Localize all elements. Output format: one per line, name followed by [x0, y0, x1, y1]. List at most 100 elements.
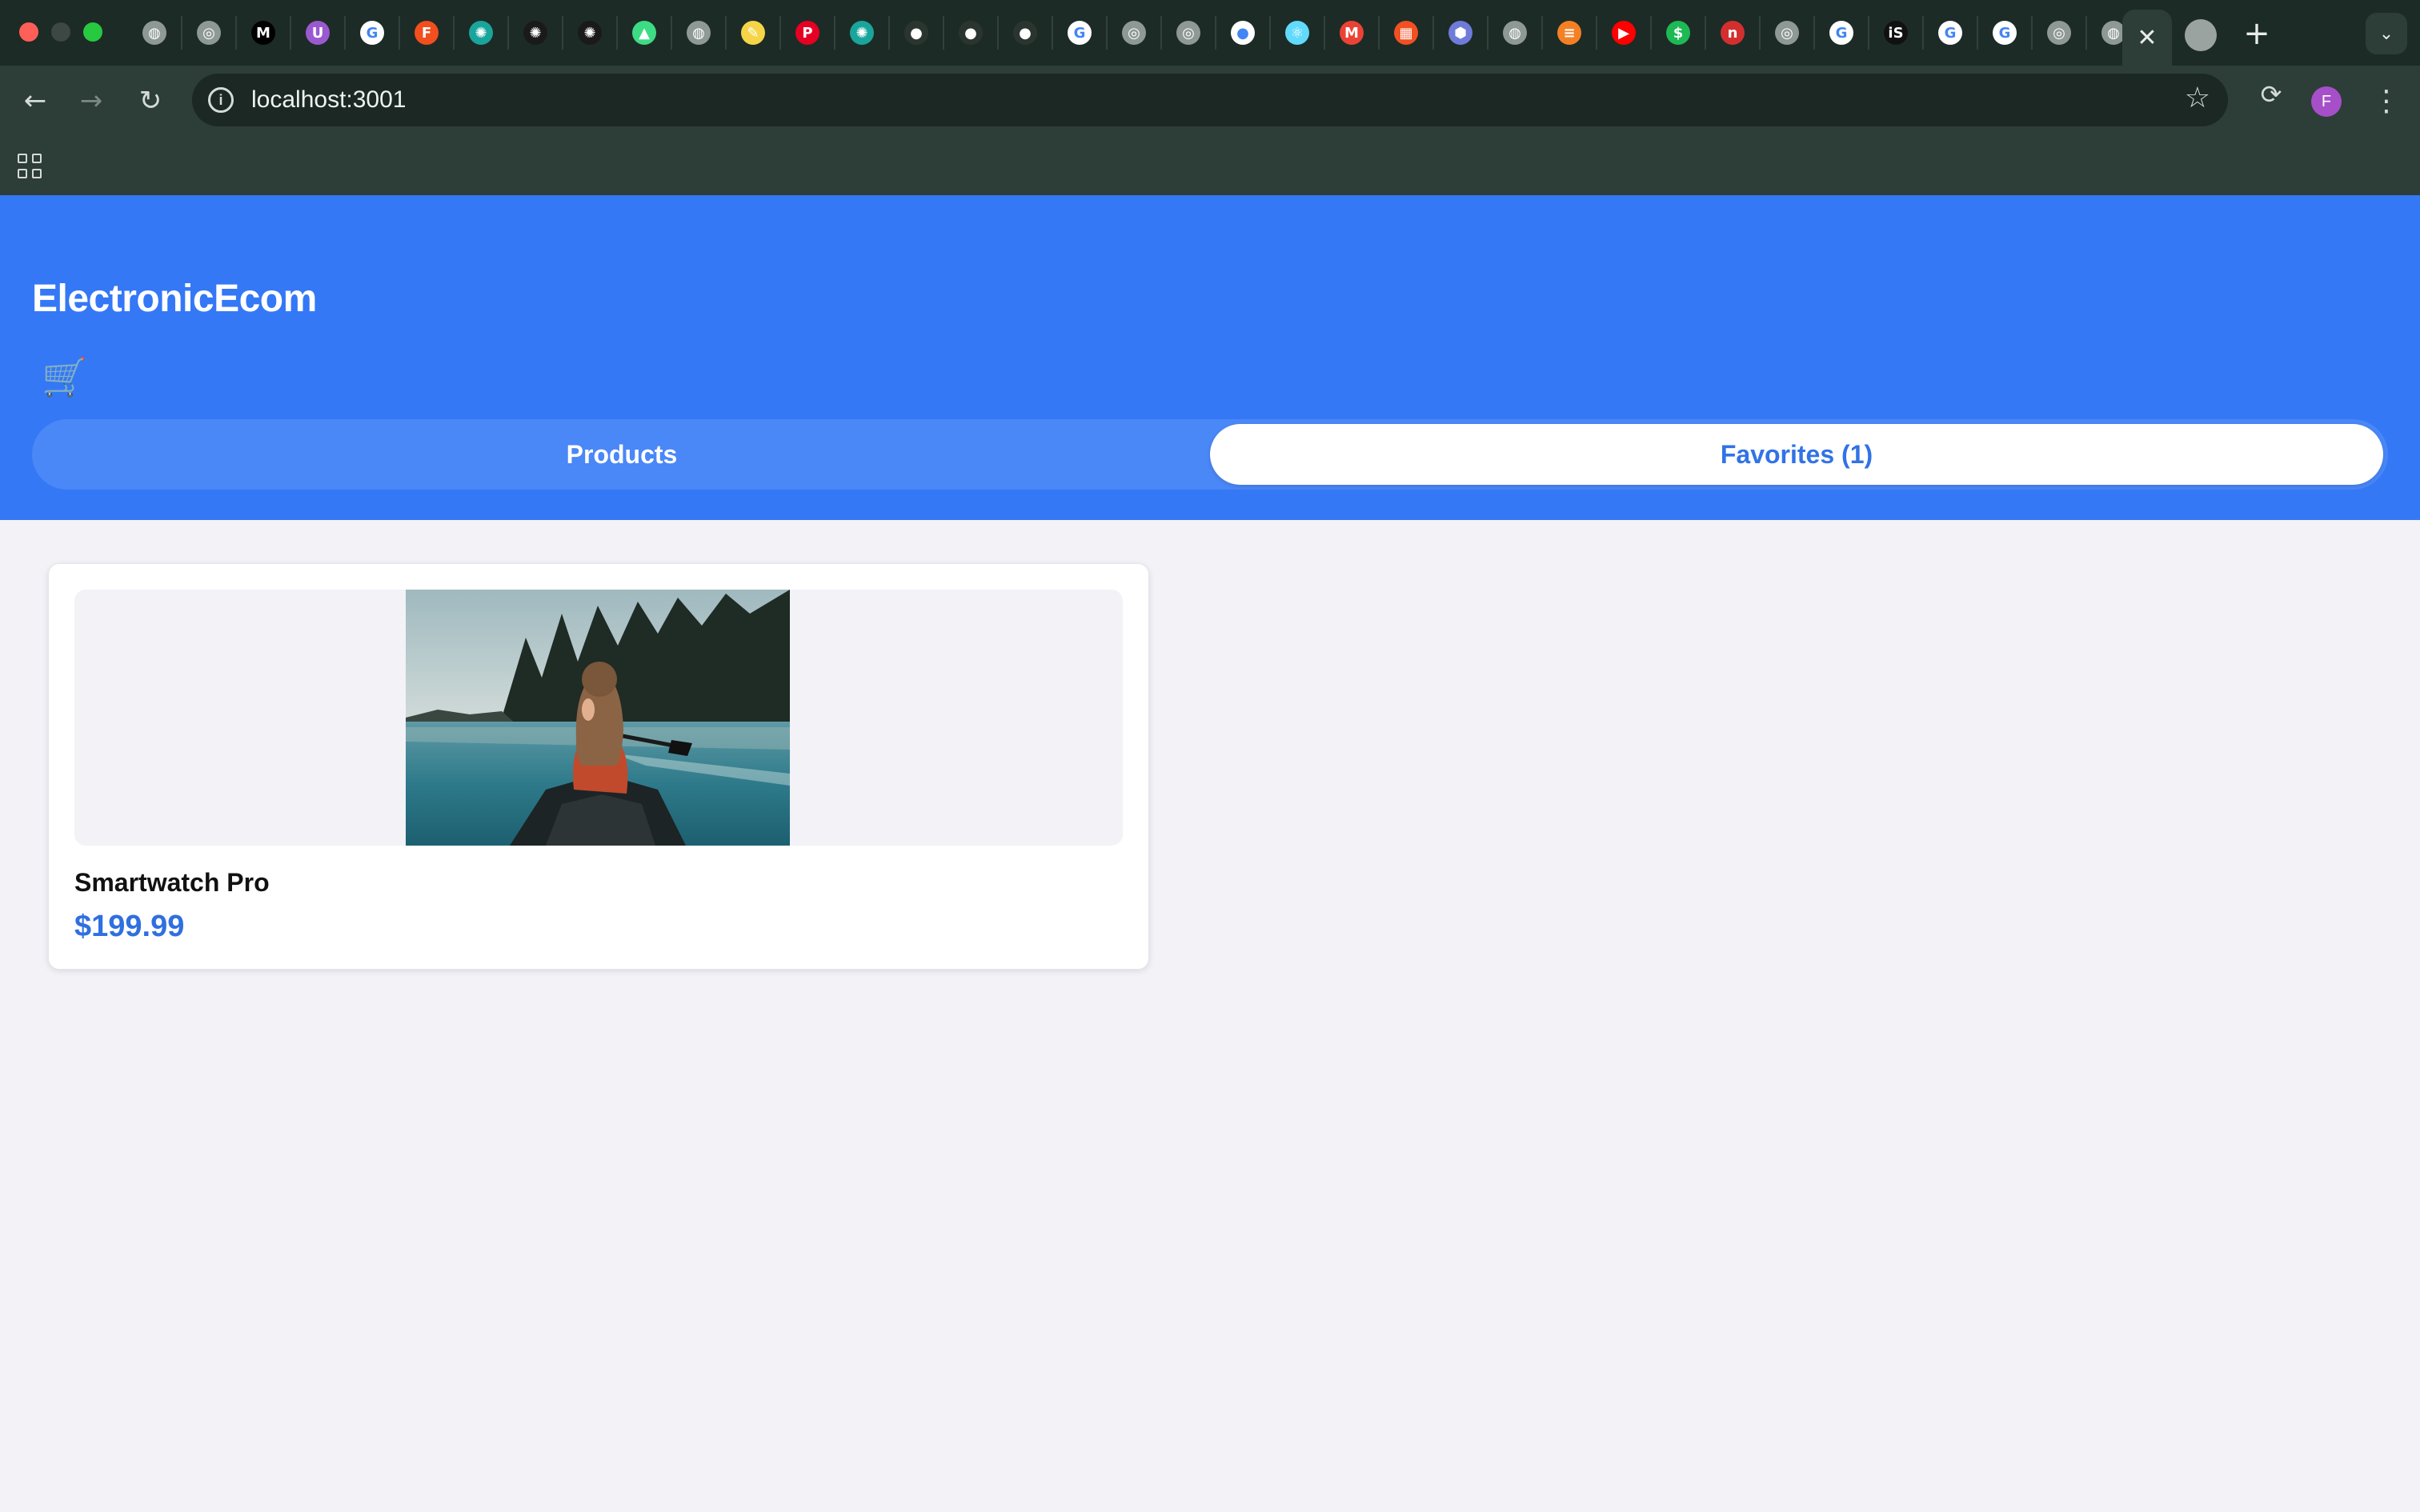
browser-tab[interactable]: M [237, 16, 291, 50]
browser-tab[interactable]: iS [1869, 16, 1924, 50]
browser-tab[interactable]: ● [944, 16, 999, 50]
browser-tab[interactable]: ✺ [563, 16, 618, 50]
browser-tab[interactable]: ✺ [455, 16, 509, 50]
reload-button[interactable]: ↻ [130, 80, 171, 122]
bookmarks-bar [0, 134, 2420, 195]
browser-tab[interactable]: ▦ [1380, 16, 1434, 50]
browser-toolbar: ← → ↻ i localhost:3001 ☆ [0, 66, 2420, 134]
product-price: $199.99 [74, 910, 185, 943]
tab-products[interactable]: Products [37, 424, 1207, 485]
browser-tab[interactable]: ◎ [1761, 16, 1815, 50]
product-name[interactable]: Smartwatch Pro [74, 868, 270, 898]
globe-icon: ◍ [687, 21, 711, 45]
cart-icon[interactable]: 🛒 [42, 355, 87, 399]
browser-tab[interactable]: ✎ [727, 16, 781, 50]
openai-icon: ✺ [469, 21, 493, 45]
product-card[interactable]: Smartwatch Pro $199.99 [48, 563, 1149, 970]
address-bar[interactable]: i localhost:3001 ☆ [192, 74, 2228, 126]
browser-tab-strip: ◍ ◎ M U G F ✺ ✺ ✺ ▲ ◍ ✎ P ✺ ● ● ● G ◎ ◎ ● ⚛ M ▦ ⬢ ◍ ≡ ▶ $ n ◎ GiS G G ◎ ◍ ✕… [0, 0, 2420, 66]
browser-tab[interactable]: ⬢ [1434, 16, 1488, 50]
browser-tab[interactable]: ✺ [835, 16, 890, 50]
window-zoom-button[interactable] [83, 22, 102, 42]
active-tab[interactable]: ✕ [2122, 10, 2172, 66]
browser-tab[interactable]: ⚛ [1271, 16, 1325, 50]
site-info-icon[interactable]: i [208, 87, 234, 113]
page-content: ElectronicEcom 🛒 Products Favorites (1) [0, 195, 2420, 1512]
tab-favorites[interactable]: Favorites (1) [1210, 424, 2383, 485]
browser-tab[interactable]: ✺ [509, 16, 563, 50]
browser-tab[interactable]: P [781, 16, 835, 50]
react-icon: ⚛ [1285, 21, 1309, 45]
window-minimize-button[interactable] [51, 22, 70, 42]
openai-dark-icon: ✺ [523, 21, 547, 45]
new-tab-button[interactable]: + [2236, 13, 2278, 54]
browser-tab[interactable]: ◍ [1488, 16, 1543, 50]
google-icon: G [1938, 21, 1962, 45]
extensions-icon[interactable]: ⟳ [2254, 77, 2289, 112]
chrome-icon: ◎ [1122, 21, 1146, 45]
globe-icon: ◍ [1503, 21, 1527, 45]
tab-search-button[interactable]: ⌄ [2366, 13, 2407, 54]
browser-tab[interactable]: ◎ [1108, 16, 1162, 50]
profile-avatar[interactable]: F [2311, 86, 2342, 117]
browser-tab[interactable]: G [1815, 16, 1869, 50]
notes-icon: ✎ [741, 21, 765, 45]
browser-menu-icon[interactable]: ⋮ [2370, 77, 2402, 125]
browser-tab[interactable]: ▶ [1597, 16, 1652, 50]
pinterest-icon: P [795, 21, 819, 45]
chrome-icon: ◎ [1775, 21, 1799, 45]
browser-tab[interactable]: F [400, 16, 455, 50]
browser-tab[interactable]: G [1053, 16, 1108, 50]
microsoft-icon: ▦ [1394, 21, 1418, 45]
github-icon: ● [904, 21, 928, 45]
upwork-icon: U [306, 21, 330, 45]
stackoverflow-icon: ≡ [1557, 21, 1581, 45]
github-icon: ● [1013, 21, 1037, 45]
window-close-button[interactable] [19, 22, 38, 42]
browser-tab[interactable]: G [1978, 16, 2033, 50]
product-image [406, 590, 790, 846]
google-icon: G [1829, 21, 1853, 45]
tab-close-icon[interactable]: ✕ [2137, 24, 2157, 52]
dollar-icon: $ [1666, 21, 1690, 45]
openai-dark-icon: ✺ [578, 21, 602, 45]
tab-switcher: Products Favorites (1) [32, 419, 2388, 490]
chrome-icon: ◎ [197, 21, 221, 45]
browser-tab[interactable]: ◎ [2033, 16, 2087, 50]
browser-tab[interactable]: ● [1216, 16, 1271, 50]
n-icon: n [1721, 21, 1745, 45]
google-icon: G [1068, 21, 1092, 45]
figma-icon: F [415, 21, 439, 45]
android-icon: ▲ [632, 21, 656, 45]
browser-tab[interactable]: G [1924, 16, 1978, 50]
github-icon: ● [959, 21, 983, 45]
browser-tab[interactable]: U [291, 16, 346, 50]
browser-tab[interactable]: ◍ [128, 16, 182, 50]
browser-tab[interactable]: G [346, 16, 400, 50]
browser-tab[interactable]: n [1706, 16, 1761, 50]
bookmark-star-icon[interactable]: ☆ [2185, 82, 2210, 114]
tab-globe-icon[interactable] [2185, 19, 2217, 51]
product-image-frame [74, 590, 1123, 846]
browser-tab[interactable]: M [1325, 16, 1380, 50]
medium-icon: M [251, 21, 275, 45]
brand-title: ElectronicEcom [32, 278, 317, 320]
hexagon-icon: ⬢ [1448, 21, 1472, 45]
browser-tab[interactable]: ▲ [618, 16, 672, 50]
apps-grid-icon[interactable] [18, 154, 43, 179]
chrome-icon: ◎ [1176, 21, 1200, 45]
is-icon: iS [1884, 21, 1908, 45]
browser-tab[interactable]: ◍ [672, 16, 727, 50]
browser-tab[interactable]: ● [890, 16, 944, 50]
app-header: ElectronicEcom 🛒 Products Favorites (1) [0, 195, 2420, 520]
browser-tab[interactable]: ◎ [1162, 16, 1216, 50]
browser-tab[interactable]: ◎ [182, 16, 237, 50]
gmail-icon: M [1340, 21, 1364, 45]
forward-button[interactable]: → [70, 80, 112, 122]
chrome-icon: ◎ [2047, 21, 2071, 45]
browser-tab[interactable]: $ [1652, 16, 1706, 50]
back-button[interactable]: ← [14, 80, 56, 122]
browser-tab[interactable]: ● [999, 16, 1053, 50]
address-bar-url[interactable]: localhost:3001 [251, 86, 406, 114]
browser-tab[interactable]: ≡ [1543, 16, 1597, 50]
